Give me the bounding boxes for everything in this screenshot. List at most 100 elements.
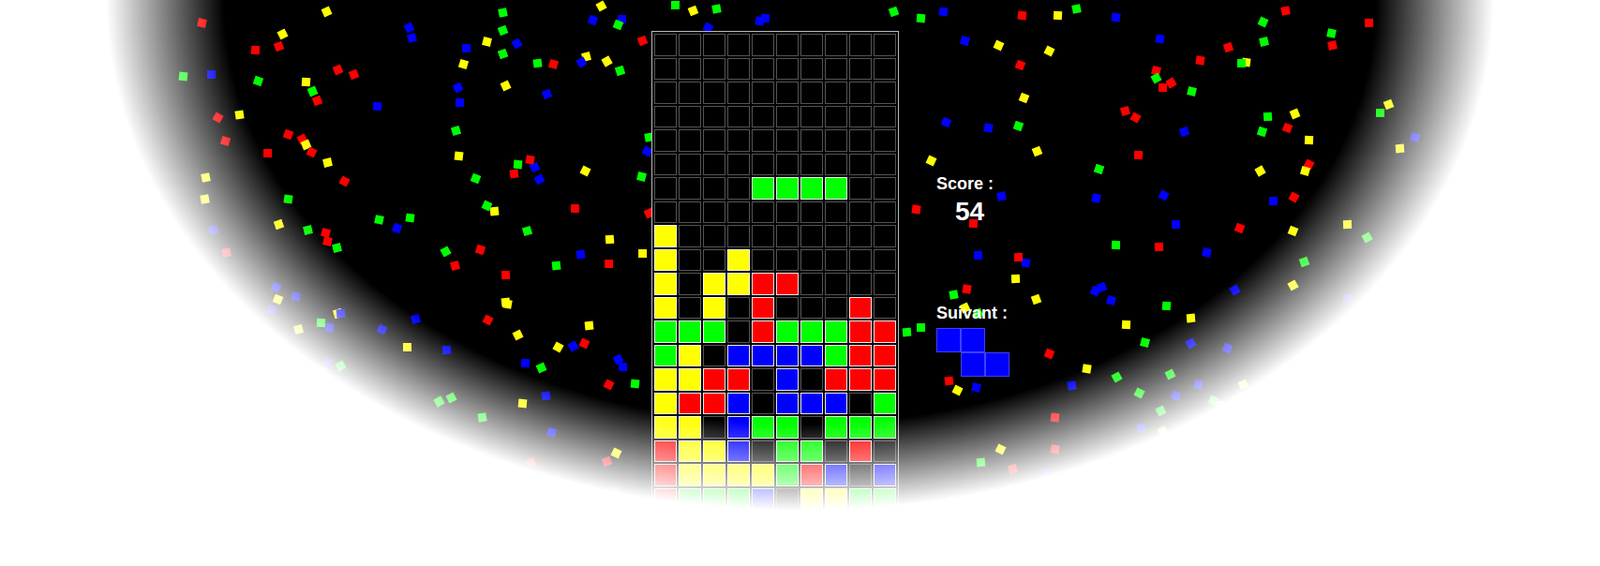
board-cell <box>727 201 750 225</box>
confetti-piece <box>1231 393 1243 405</box>
board-cell <box>800 368 823 391</box>
board-cell <box>702 416 726 439</box>
confetti-piece <box>941 117 953 129</box>
confetti-piece <box>1014 253 1023 262</box>
confetti-piece <box>484 539 495 551</box>
score-label: Score : <box>936 173 1010 195</box>
confetti-piece <box>601 456 614 468</box>
confetti-piece <box>1364 18 1374 28</box>
confetti-piece <box>548 59 559 70</box>
confetti-piece <box>391 223 404 235</box>
confetti-piece <box>266 304 278 316</box>
confetti-piece <box>524 154 536 165</box>
confetti-piece <box>531 493 542 504</box>
confetti-piece <box>1256 126 1268 137</box>
board-cell <box>800 272 823 296</box>
confetti-piece <box>481 36 493 47</box>
confetti-piece <box>1288 385 1300 396</box>
confetti-piece <box>611 448 623 460</box>
confetti-piece <box>563 506 575 518</box>
confetti-piece <box>493 508 504 519</box>
confetti-piece <box>442 345 451 355</box>
confetti-piece <box>1158 83 1167 92</box>
board-cell <box>800 129 823 152</box>
board-block <box>702 392 726 416</box>
board-cell <box>873 224 897 248</box>
score-value: 54 <box>955 194 1010 229</box>
confetti-piece <box>618 362 628 372</box>
board-block <box>751 297 775 320</box>
confetti-piece <box>234 109 244 120</box>
confetti-piece <box>518 399 528 409</box>
board-cell <box>824 249 848 272</box>
board-cell <box>678 153 702 177</box>
confetti-piece <box>1120 105 1131 117</box>
board-cell <box>654 81 677 105</box>
confetti-piece <box>1282 122 1294 135</box>
confetti-piece <box>597 516 607 526</box>
next-piece <box>936 328 1010 377</box>
game-board-frame <box>651 30 899 538</box>
board-cell <box>751 81 775 105</box>
confetti-piece <box>552 341 564 353</box>
board-block <box>654 224 677 248</box>
board-block <box>849 320 872 344</box>
board-block <box>800 440 823 464</box>
confetti-piece <box>1154 33 1166 45</box>
confetti-piece <box>1164 472 1176 484</box>
confetti-piece <box>322 157 333 168</box>
board-block <box>727 511 750 535</box>
board-block <box>776 344 799 368</box>
board-block <box>727 440 750 464</box>
board-block <box>702 297 726 320</box>
game-board <box>651 30 899 538</box>
confetti-piece <box>305 146 317 158</box>
board-cell <box>824 33 848 57</box>
confetti-piece <box>336 309 346 319</box>
confetti-piece <box>293 324 304 335</box>
confetti-piece <box>971 382 982 393</box>
board-cell <box>824 297 848 320</box>
board-block <box>654 440 677 464</box>
confetti-piece <box>711 3 722 15</box>
confetti-piece <box>1129 482 1141 494</box>
confetti-piece <box>929 523 942 535</box>
confetti-piece <box>1129 111 1141 123</box>
confetti-piece <box>321 6 333 18</box>
confetti-piece <box>475 244 486 255</box>
board-block <box>849 368 872 391</box>
confetti-piece <box>242 445 255 457</box>
board-cell <box>873 440 897 464</box>
confetti-piece <box>207 304 219 316</box>
next-block <box>936 328 961 353</box>
board-cell <box>873 297 897 320</box>
confetti-piece <box>224 467 235 478</box>
board-block <box>849 416 872 439</box>
next-empty <box>936 352 961 377</box>
confetti-piece <box>1170 390 1182 402</box>
confetti-piece <box>177 329 187 340</box>
confetti-piece <box>458 59 469 70</box>
confetti-piece <box>613 19 625 31</box>
confetti-piece <box>214 379 225 389</box>
confetti-piece <box>373 214 385 225</box>
board-cell <box>751 368 775 391</box>
confetti-piece <box>761 14 771 24</box>
confetti-piece <box>176 407 187 419</box>
confetti-piece <box>902 328 913 338</box>
confetti-piece <box>1018 92 1031 105</box>
confetti-piece <box>633 497 645 509</box>
board-cell <box>654 129 677 152</box>
falling-block <box>800 177 823 200</box>
confetti-piece <box>404 212 415 223</box>
board-block <box>654 320 677 344</box>
board-block <box>751 320 775 344</box>
board-block <box>849 344 872 368</box>
board-cell <box>727 177 750 200</box>
confetti-piece <box>1287 225 1300 238</box>
board-block <box>776 272 799 296</box>
board-cell <box>678 224 702 248</box>
confetti-piece <box>1268 510 1280 523</box>
confetti-piece <box>508 168 519 179</box>
board-cell <box>702 201 726 225</box>
